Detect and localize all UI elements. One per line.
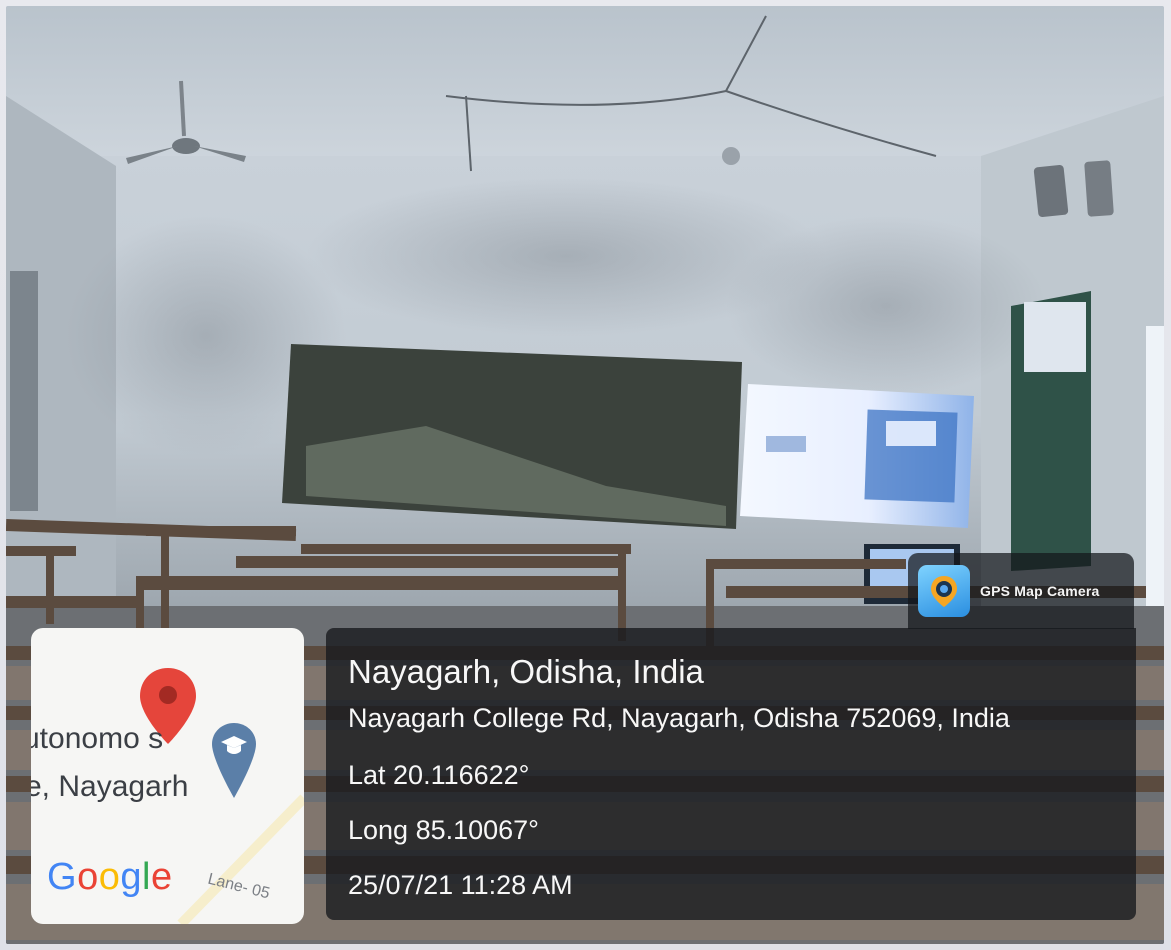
location-info-panel: Nayagarh, Odisha, India Nayagarh College…	[326, 628, 1136, 920]
speaker	[1033, 164, 1069, 218]
map-place-label-line2: e, Nayagarh	[31, 770, 189, 803]
google-logo-letter: g	[120, 856, 142, 898]
google-logo: Google	[47, 856, 173, 899]
address-line: Nayagarh College Rd, Nayagarh, Odisha 75…	[348, 703, 1010, 733]
mini-map: utonomo s e, Nayagarh Google Lane- 05	[31, 628, 304, 924]
map-camera-icon	[918, 565, 970, 617]
datetime-line: 25/07/21 11:28 AM	[348, 870, 573, 900]
longitude-line: Long 85.10067°	[348, 815, 539, 845]
latitude-line: Lat 20.116622°	[348, 760, 530, 790]
google-logo-letter: o	[98, 856, 121, 898]
google-logo-letter: e	[150, 856, 173, 898]
place-title: Nayagarh, Odisha, India	[348, 653, 704, 690]
scanned-photo-frame: GPS Map Camera Nayagarh, Odisha, India N…	[0, 0, 1171, 950]
speaker	[1084, 160, 1114, 217]
google-logo-letter: o	[77, 856, 99, 898]
google-logo-letter: G	[47, 856, 78, 898]
door-transom	[1024, 302, 1086, 372]
left-window	[10, 271, 38, 511]
google-logo-letter: l	[141, 856, 151, 898]
graduation-cap-icon	[212, 723, 256, 798]
map-place-label-line1: utonomo s	[31, 722, 164, 755]
app-badge-label: GPS Map Camera	[980, 583, 1100, 599]
gps-map-camera-badge: GPS Map Camera	[908, 553, 1134, 629]
